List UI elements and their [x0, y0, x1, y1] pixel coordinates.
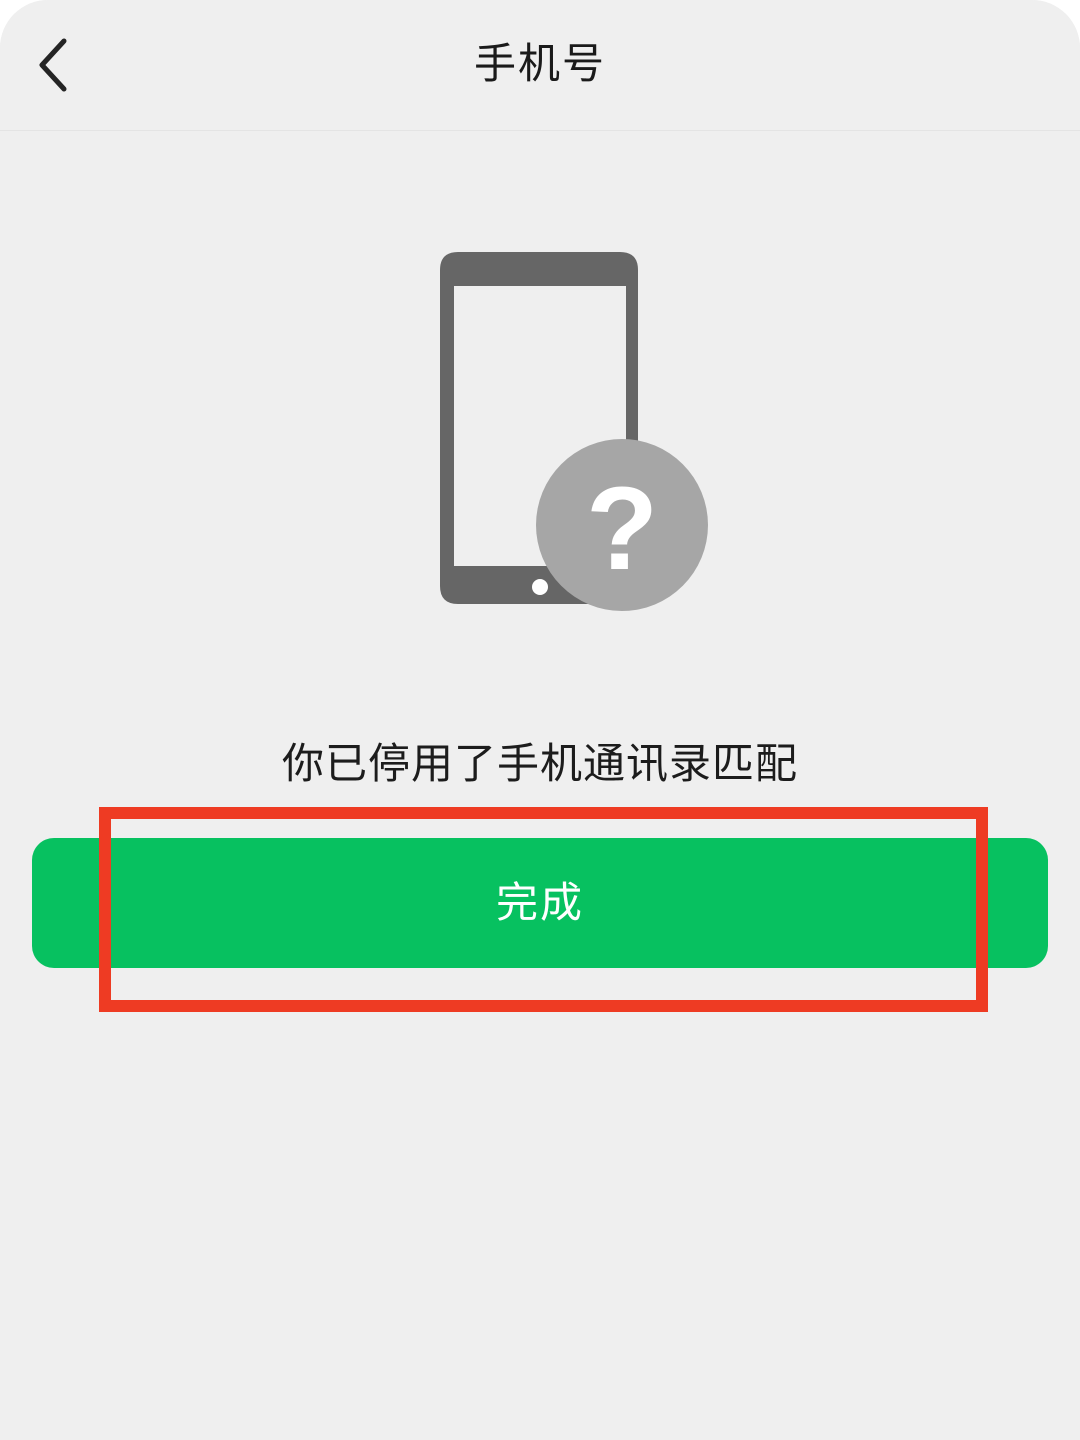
phone-number-screen: 手机号 ? 你已停用了手机通讯录匹配 完成 — [0, 0, 1080, 1440]
done-button[interactable]: 完成 — [32, 838, 1048, 968]
navigation-bar: 手机号 — [0, 0, 1080, 131]
question-mark-icon: ? — [536, 439, 708, 611]
contacts-disabled-message: 你已停用了手机通讯录匹配 — [281, 739, 798, 788]
page-title: 手机号 — [473, 39, 606, 88]
